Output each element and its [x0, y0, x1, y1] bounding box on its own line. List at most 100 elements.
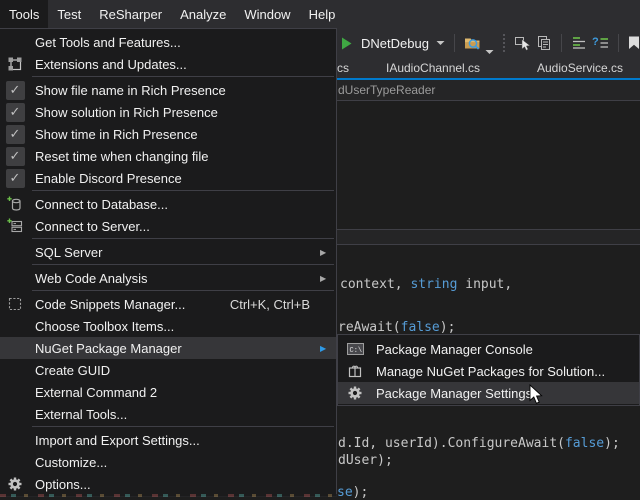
code-line: dUser);	[338, 454, 393, 468]
menubar-item-analyze[interactable]: Analyze	[171, 0, 235, 28]
server-connect-icon	[0, 218, 30, 234]
menu-item-show-solution-in-rich-presence[interactable]: ✓Show solution in Rich Presence	[0, 101, 336, 123]
menu-item-label: Options...	[30, 477, 318, 492]
menu-item-label: Import and Export Settings...	[30, 433, 318, 448]
package-icon	[338, 363, 372, 379]
menu-item-show-time-in-rich-presence[interactable]: ✓ Show time in Rich Presence	[0, 123, 336, 145]
menu-item-reset-time-when-changing-file[interactable]: ✓ Reset time when changing file	[0, 145, 336, 167]
menu-item-label: Show time in Rich Presence	[30, 127, 318, 142]
menu-item-connect-to-server[interactable]: Connect to Server...	[0, 215, 336, 237]
menu-item-import-and-export-settings[interactable]: Import and Export Settings...	[0, 429, 336, 451]
caret-down-icon[interactable]	[485, 49, 494, 55]
menu-item-web-code-analysis[interactable]: Web Code Analysis▶	[0, 267, 336, 289]
menu-item-customize[interactable]: Customize...	[0, 451, 336, 473]
tab-iaudiochannel-cs[interactable]: IAudioChannel.cs	[386, 58, 480, 78]
menu-separator	[32, 426, 334, 427]
menu-item-label: Package Manager Settings	[372, 386, 621, 401]
menu-item-extensions-and-updates[interactable]: Extensions and Updates...	[0, 53, 336, 75]
check-icon: ✓	[6, 147, 25, 166]
menu-separator	[32, 238, 334, 239]
menubar: ToolsTestReSharperAnalyzeWindowHelp	[0, 0, 640, 28]
database-connect-icon	[0, 196, 30, 212]
check-icon: ✓	[0, 81, 30, 100]
menu-separator	[32, 190, 334, 191]
menu-separator	[32, 264, 334, 265]
code-line: context, string input,	[340, 278, 512, 292]
bookmark-icon[interactable]	[628, 36, 640, 50]
menu-item-label: Package Manager Console	[372, 342, 621, 357]
menu-item-shortcut: Ctrl+K, Ctrl+B	[230, 297, 318, 312]
duplicate-icon[interactable]	[536, 35, 552, 51]
snippets-icon	[0, 296, 30, 312]
tab-audioservice-cs[interactable]: AudioService.cs	[537, 58, 623, 78]
check-icon: ✓	[0, 147, 30, 166]
svg-text:C:\: C:\	[349, 347, 362, 355]
menu-item-options[interactable]: Options...	[0, 473, 336, 495]
menu-item-label: Show solution in Rich Presence	[30, 105, 318, 120]
menu-separator	[32, 290, 334, 291]
menu-item-create-guid[interactable]: Create GUID	[0, 359, 336, 381]
submenu-arrow-icon: ▶	[318, 248, 336, 257]
menu-item-package-manager-console[interactable]: C:\ Package Manager Console	[338, 338, 639, 360]
check-icon: ✓	[0, 103, 30, 122]
menu-item-show-file-name-in-rich-presence[interactable]: ✓ Show file name in Rich Presence	[0, 79, 336, 101]
menu-item-label: Customize...	[30, 455, 318, 470]
menu-separator	[32, 76, 334, 77]
menu-item-label: Reset time when changing file	[30, 149, 318, 164]
menu-item-label: Code Snippets Manager...	[30, 297, 230, 312]
navigate-icon[interactable]	[514, 35, 531, 51]
menubar-item-window[interactable]: Window	[235, 0, 299, 28]
submenu-arrow-icon: ▶	[318, 344, 336, 353]
menu-item-label: Connect to Database...	[30, 197, 318, 212]
run-config-label[interactable]: DNetDebug	[359, 36, 431, 51]
check-icon: ✓	[6, 125, 25, 144]
check-icon: ✓	[6, 169, 25, 188]
menu-item-label: Manage NuGet Packages for Solution...	[372, 364, 621, 379]
menu-item-label: Connect to Server...	[30, 219, 318, 234]
menu-item-label: External Command 2	[30, 385, 318, 400]
menu-item-label: Show file name in Rich Presence	[30, 83, 318, 98]
menu-item-choose-toolbox-items[interactable]: Choose Toolbox Items...	[0, 315, 336, 337]
menu-item-label: NuGet Package Manager	[30, 341, 318, 356]
menubar-item-tools[interactable]: Tools	[0, 0, 48, 28]
menu-item-label: SQL Server	[30, 245, 318, 260]
format-document-icon[interactable]	[571, 35, 587, 51]
menu-item-connect-to-database[interactable]: Connect to Database...	[0, 193, 336, 215]
check-icon: ✓	[0, 125, 30, 144]
menu-item-get-tools-and-features[interactable]: Get Tools and Features...	[0, 31, 336, 53]
menu-item-external-command-2[interactable]: External Command 2	[0, 381, 336, 403]
menu-item-label: Extensions and Updates...	[30, 57, 318, 72]
nuget-submenu-popup: C:\ Package Manager Console Manage NuGet P…	[337, 334, 640, 406]
mouse-cursor	[529, 384, 543, 410]
code-line: se);	[337, 486, 368, 500]
tab-partial[interactable]: cs	[337, 58, 349, 78]
toolbar-separator	[454, 34, 455, 52]
code-line: d.Id, userId).ConfigureAwait(false);	[338, 437, 620, 451]
menu-item-label: Enable Discord Presence	[30, 171, 318, 186]
menubar-item-help[interactable]: Help	[300, 0, 345, 28]
menubar-item-resharper[interactable]: ReSharper	[90, 0, 171, 28]
svg-text:?: ?	[592, 36, 599, 48]
menu-item-sql-server[interactable]: SQL Server▶	[0, 241, 336, 263]
menubar-item-test[interactable]: Test	[48, 0, 90, 28]
menu-item-code-snippets-manager[interactable]: Code Snippets Manager...Ctrl+K, Ctrl+B	[0, 293, 336, 315]
toolbar-drag-handle	[503, 34, 505, 52]
gear-icon	[338, 385, 372, 401]
check-icon: ✓	[6, 81, 25, 100]
extensions-icon	[0, 56, 30, 72]
find-in-files-icon[interactable]	[464, 35, 483, 51]
console-icon: C:\	[338, 342, 372, 356]
menu-item-enable-discord-presence[interactable]: ✓ Enable Discord Presence	[0, 167, 336, 189]
caret-down-icon[interactable]	[436, 40, 445, 46]
menu-item-label: Web Code Analysis	[30, 271, 318, 286]
menu-item-label: Choose Toolbox Items...	[30, 319, 318, 334]
menu-item-package-manager-settings[interactable]: Package Manager Settings	[338, 382, 639, 404]
menu-item-label: Get Tools and Features...	[30, 35, 318, 50]
menu-item-manage-nuget-packages-for-solution[interactable]: Manage NuGet Packages for Solution...	[338, 360, 639, 382]
menu-item-external-tools[interactable]: External Tools...	[0, 403, 336, 425]
format-selection-icon[interactable]: ?	[592, 35, 609, 51]
menu-item-label: Create GUID	[30, 363, 318, 378]
editor-splitter[interactable]	[337, 229, 640, 245]
menu-item-nuget-package-manager[interactable]: NuGet Package Manager▶	[0, 337, 336, 359]
play-icon[interactable]	[339, 36, 354, 51]
